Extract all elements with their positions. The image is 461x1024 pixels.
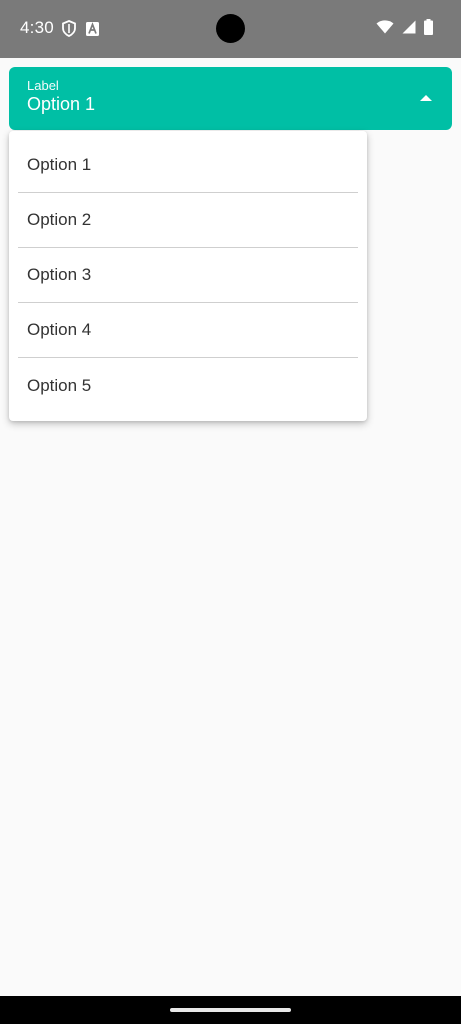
status-right-icons bbox=[376, 19, 433, 35]
wifi-icon bbox=[376, 20, 394, 34]
camera-cutout bbox=[216, 14, 245, 43]
menu-item-option-2[interactable]: Option 2 bbox=[18, 193, 358, 248]
home-gesture-handle[interactable] bbox=[170, 1008, 291, 1012]
dropdown-label: Label bbox=[27, 78, 59, 93]
menu-item-option-3[interactable]: Option 3 bbox=[18, 248, 358, 303]
navigation-bar bbox=[0, 996, 461, 1024]
dropdown-field[interactable]: Label Option 1 bbox=[9, 67, 452, 130]
status-bar: 4:30 bbox=[0, 0, 461, 58]
a-letter-icon bbox=[86, 21, 99, 36]
battery-icon bbox=[424, 19, 433, 35]
menu-item-option-5[interactable]: Option 5 bbox=[18, 358, 358, 413]
caret-up-icon[interactable] bbox=[420, 94, 432, 102]
cell-signal-icon bbox=[402, 20, 416, 34]
menu-item-option-4[interactable]: Option 4 bbox=[18, 303, 358, 358]
status-left-icons bbox=[62, 20, 99, 37]
shield-icon bbox=[62, 20, 76, 37]
menu-item-option-1[interactable]: Option 1 bbox=[18, 138, 358, 193]
dropdown-selected-value: Option 1 bbox=[27, 94, 96, 114]
status-time: 4:30 bbox=[20, 18, 54, 37]
dropdown-menu: Option 1 Option 2 Option 3 Option 4 Opti… bbox=[9, 131, 367, 421]
